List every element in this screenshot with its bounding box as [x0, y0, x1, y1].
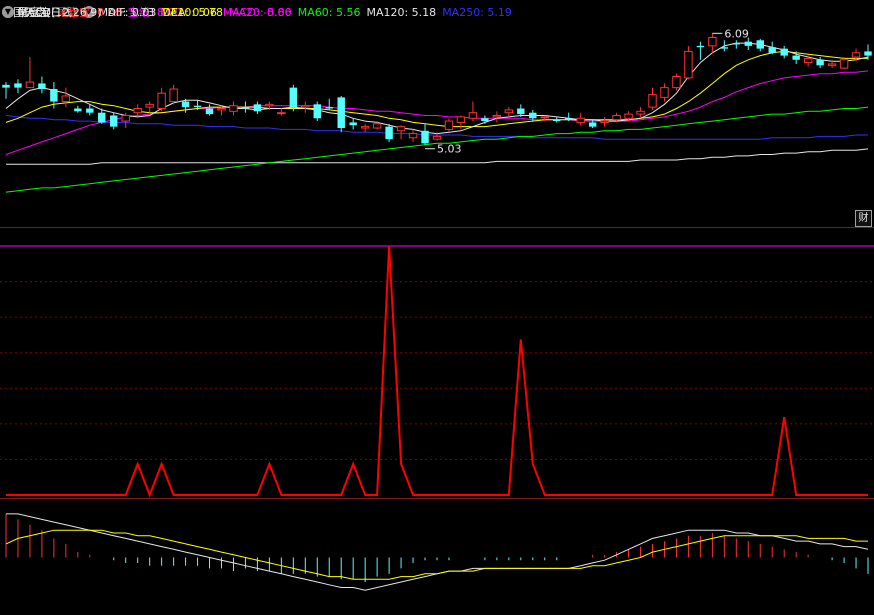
- tail-indicator-line: [6, 245, 868, 498]
- candle: [553, 116, 561, 123]
- price-pane[interactable]: 6.09 5.03: [0, 0, 874, 227]
- candle: [504, 107, 514, 117]
- candle: [696, 41, 705, 60]
- stock-chart-window: 6.09 5.03 中国天盘(日线) ▼ MA5: 5.73 MA10: 5.78…: [0, 0, 874, 615]
- macd-label: MACD: -0.06: [222, 5, 292, 19]
- candle: [38, 76, 46, 94]
- candle: [636, 107, 645, 117]
- tail-indicator-chart[interactable]: [0, 228, 874, 499]
- ma250-label: MA250: 5.19: [442, 5, 512, 19]
- finance-button[interactable]: 财: [855, 210, 872, 227]
- macd-header: ▼ MACD(12,26,9) DIF: 0.03 DEA: 0.06 MACD…: [2, 4, 298, 20]
- candle: [468, 101, 478, 122]
- candle: [720, 40, 729, 52]
- candle: [360, 123, 370, 133]
- candle: [313, 101, 321, 122]
- candle: [337, 95, 345, 133]
- candle: [481, 115, 489, 124]
- candle: [61, 87, 71, 108]
- dea-label: DEA: 0.06: [162, 5, 217, 19]
- candle: [421, 123, 429, 145]
- candle: [145, 101, 154, 113]
- dea-line: [5, 529, 868, 580]
- candle: [660, 83, 669, 102]
- candle: [205, 104, 214, 116]
- high-price-label: 6.09: [724, 27, 749, 40]
- ma120-label: MA120: 5.18: [366, 5, 437, 19]
- candle: [277, 108, 286, 116]
- candle: [253, 101, 262, 115]
- candle: [74, 105, 82, 113]
- candle: [385, 123, 393, 142]
- candle: [169, 84, 178, 105]
- candle: [444, 118, 454, 133]
- macd-pane[interactable]: [0, 498, 874, 615]
- tail-indicator-pane[interactable]: [0, 227, 874, 499]
- candle: [229, 101, 238, 116]
- candle: [708, 33, 717, 53]
- candle: [492, 111, 502, 123]
- candle: [349, 118, 357, 130]
- low-price-label: 5.03: [437, 143, 462, 156]
- candle: [408, 129, 418, 142]
- candle: [301, 101, 310, 113]
- candle: [110, 112, 118, 130]
- candle: [325, 98, 333, 110]
- dif-line: [6, 513, 869, 591]
- candle: [684, 45, 693, 80]
- ma5-line: [5, 42, 869, 135]
- candle: [157, 87, 166, 112]
- ma60-label: MA60: 5.56: [297, 5, 361, 19]
- candle: [25, 56, 35, 89]
- candle: [241, 101, 250, 113]
- candle: [816, 56, 824, 69]
- chevron-down-icon[interactable]: ▼: [2, 6, 14, 18]
- candle: [756, 38, 764, 52]
- candle: [600, 116, 609, 127]
- candle: [396, 125, 406, 140]
- candle: [648, 87, 657, 110]
- macd-chart[interactable]: [0, 499, 874, 615]
- candle: [14, 79, 22, 94]
- candle: [133, 104, 142, 116]
- candle: [672, 73, 681, 91]
- candle: [780, 45, 788, 59]
- candle: [121, 112, 130, 129]
- macd-indicator-name: MACD(12,26,9): [18, 5, 102, 19]
- candle: [2, 82, 10, 99]
- candle: [576, 112, 585, 126]
- candle: [456, 115, 466, 130]
- dif-label: DIF: 0.03: [107, 5, 157, 19]
- candle: [768, 41, 776, 55]
- candle: [732, 40, 741, 49]
- candlestick-chart[interactable]: 6.09 5.03: [0, 0, 874, 227]
- candle: [517, 104, 525, 117]
